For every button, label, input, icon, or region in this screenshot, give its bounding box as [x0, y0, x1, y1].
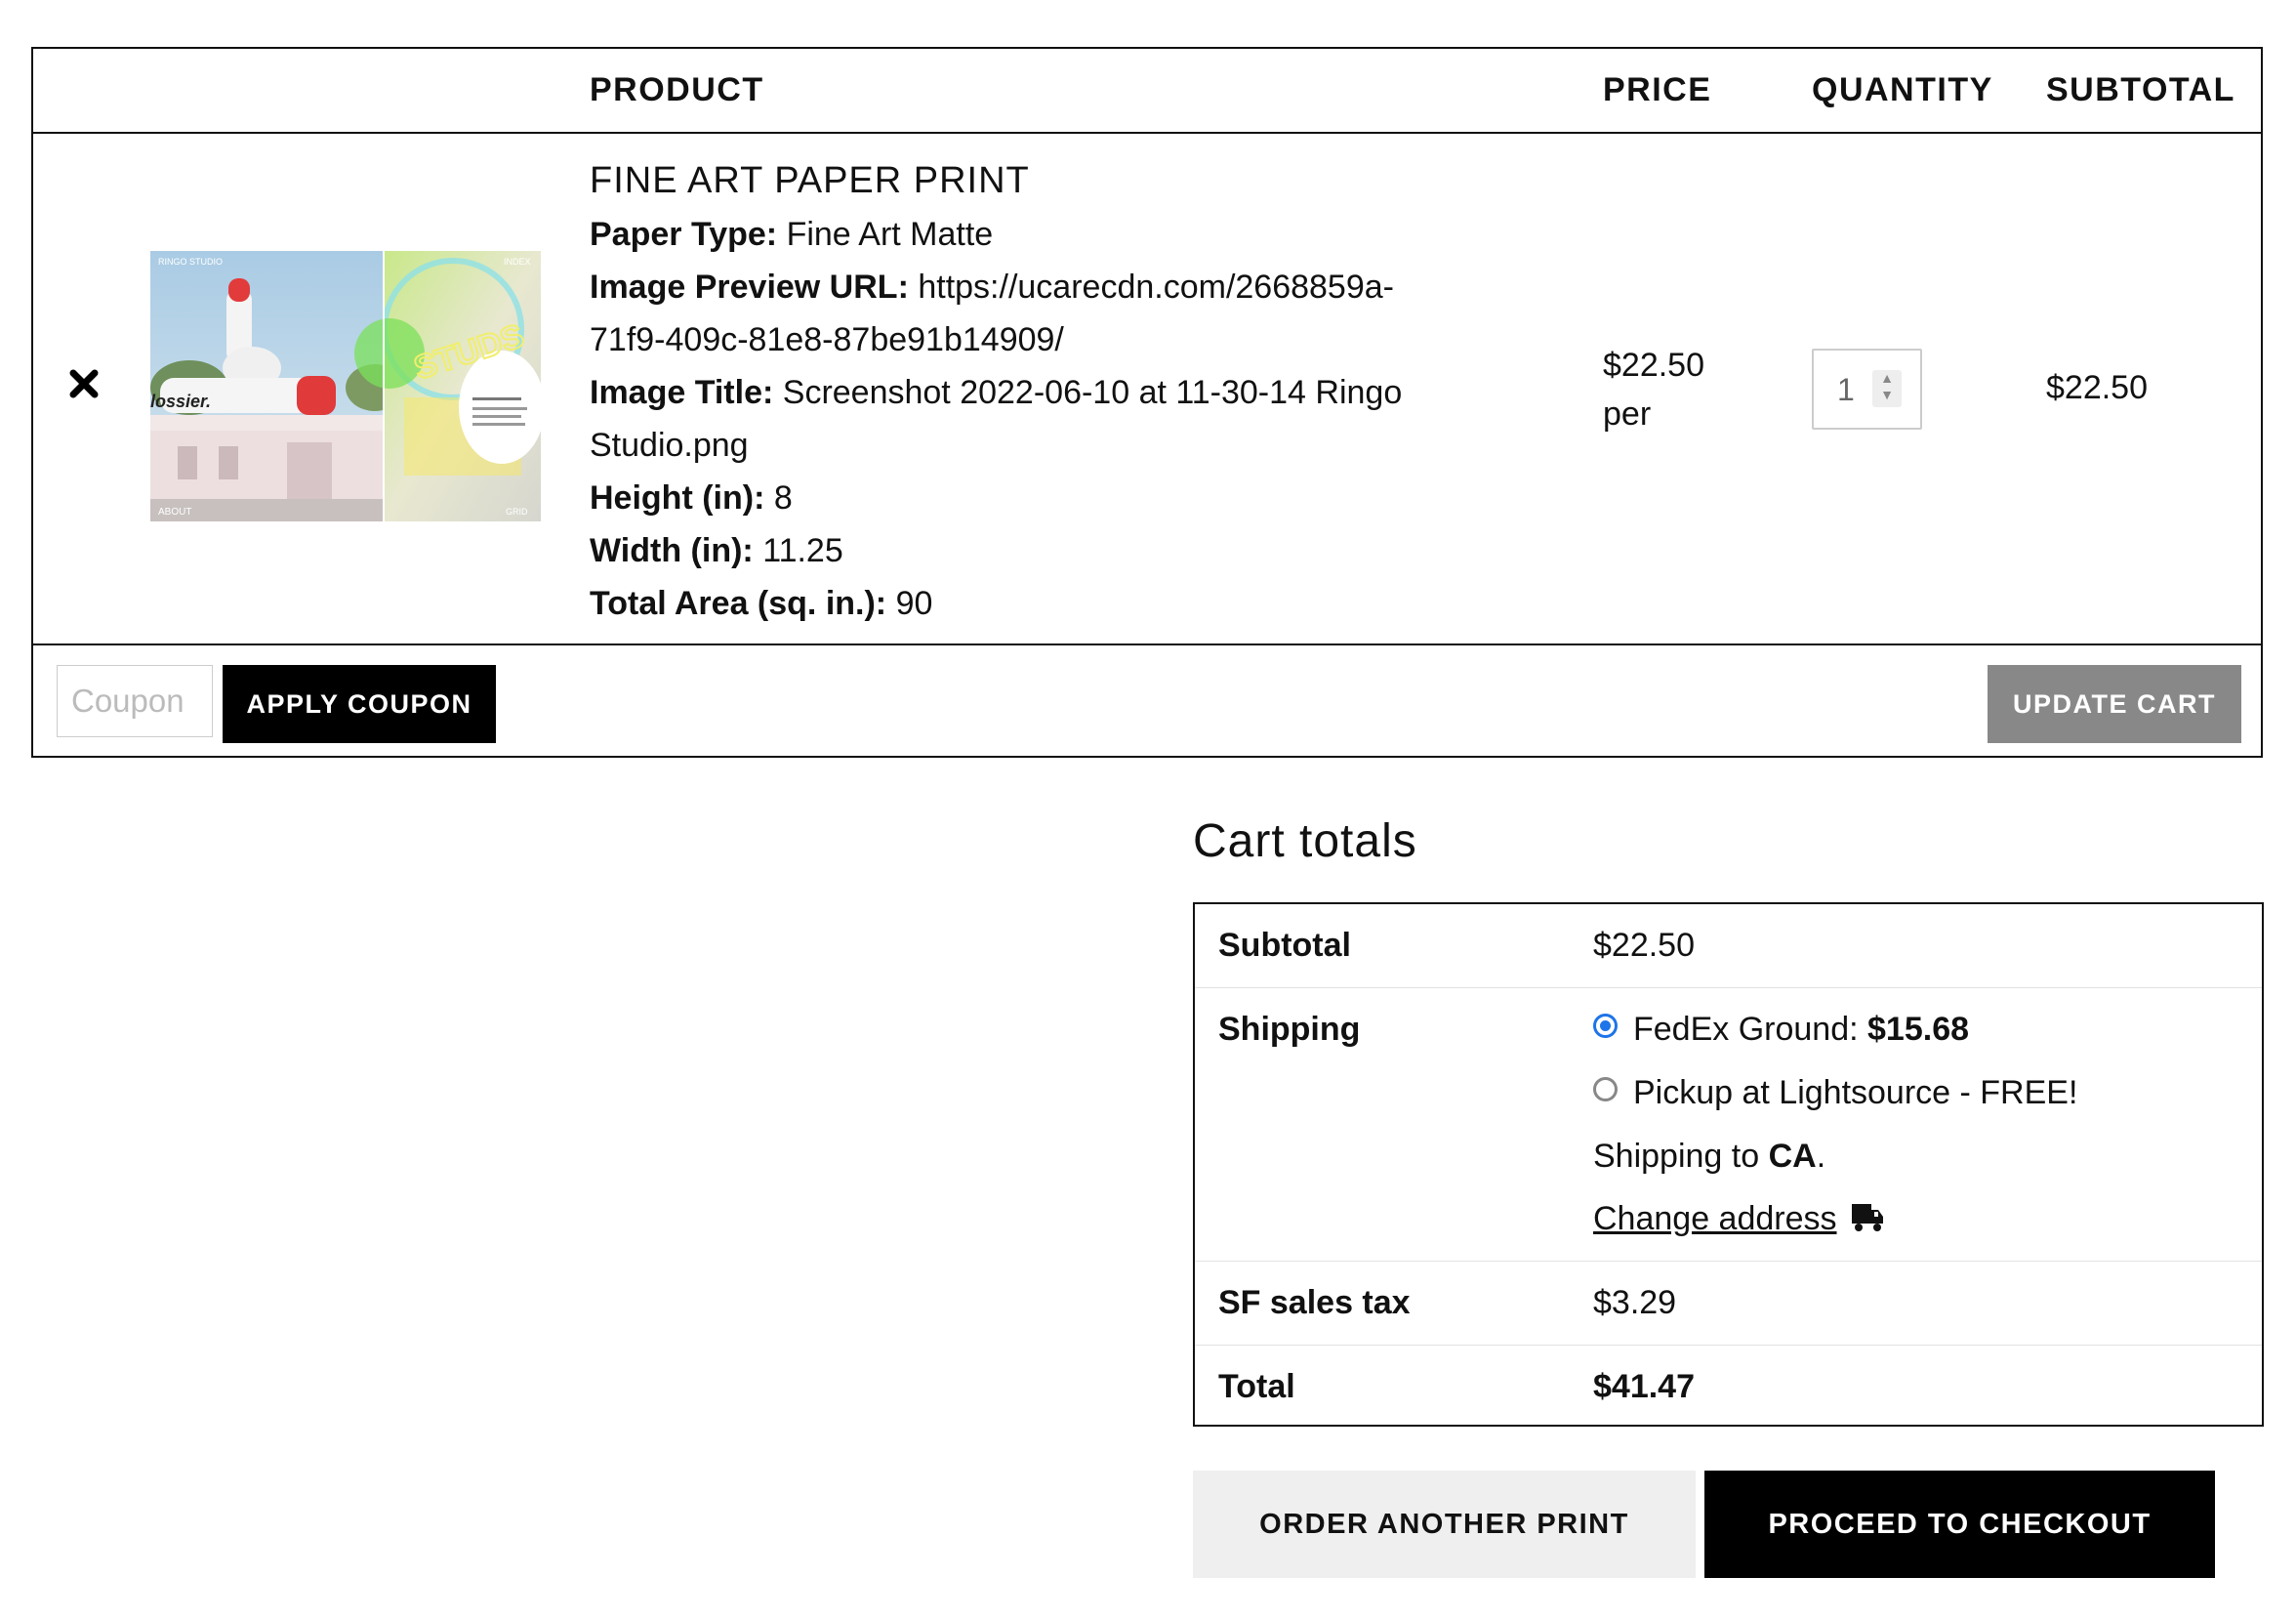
shipping-destination-prefix: Shipping to — [1593, 1138, 1769, 1175]
total-label: Total — [1218, 1368, 1295, 1405]
meta-value: 11.25 — [762, 532, 843, 569]
totals-row-tax: SF sales tax $3.29 — [1195, 1262, 2262, 1346]
product-thumbnail-image: lossier. RINGO STUDIO ABOUT STUDS INDEX … — [150, 251, 541, 521]
totals-row-total: Total $41.47 — [1195, 1346, 2262, 1427]
order-another-print-button[interactable]: ORDER ANOTHER PRINT — [1193, 1471, 1696, 1578]
cart-actions: APPLY COUPON UPDATE CART — [33, 645, 2261, 758]
meta-value: Screenshot 2022-06-10 at 11-30-14 Ringo — [782, 374, 1403, 411]
meta-label: Width (in): — [590, 532, 754, 569]
meta-total-area: Total Area (sq. in.): 90 — [590, 577, 1566, 630]
meta-label: Paper Type: — [590, 216, 778, 253]
shipping-label: Shipping — [1218, 1011, 1361, 1048]
meta-width: Width (in): 11.25 — [590, 524, 1566, 577]
quantity-stepper[interactable]: 1 ▲ ▼ — [1812, 349, 1922, 430]
subtotal-value: $22.50 — [1593, 927, 1695, 964]
shipping-option-text: Pickup at Lightsource - FREE! — [1633, 1074, 2078, 1111]
truck-icon — [1851, 1204, 1883, 1231]
header-subtotal: SUBTOTAL — [2046, 71, 2235, 108]
meta-value: https://ucarecdn.com/2668859a- — [918, 269, 1394, 306]
thumb-top-left-text: RINGO STUDIO — [158, 257, 223, 267]
item-price-suffix: per — [1603, 395, 1652, 433]
close-icon — [69, 369, 99, 398]
totals-row-subtotal: Subtotal $22.50 — [1195, 904, 2262, 988]
meta-label: Total Area (sq. in.): — [590, 585, 887, 622]
meta-label: Image Preview URL: — [590, 269, 909, 306]
product-thumbnail[interactable]: lossier. RINGO STUDIO ABOUT STUDS INDEX … — [150, 251, 541, 521]
radio-selected[interactable] — [1593, 1014, 1618, 1038]
item-price-amount: $22.50 — [1603, 347, 1704, 384]
meta-height: Height (in): 8 — [590, 472, 1566, 524]
product-details: FINE ART PAPER PRINT Paper Type: Fine Ar… — [590, 153, 1566, 630]
header-product: PRODUCT — [590, 71, 764, 108]
totals-row-shipping: Shipping FedEx Ground: $15.68 Pickup at … — [1195, 988, 2262, 1262]
meta-value: 71f9-409c-81e8-87be91b14909/ — [590, 321, 1064, 358]
thumb-bottom-left-text: ABOUT — [158, 507, 191, 518]
radio-unselected[interactable] — [1593, 1077, 1618, 1101]
header-quantity: QUANTITY — [1812, 71, 1993, 108]
meta-value: Studio.png — [590, 427, 749, 464]
meta-value: 90 — [895, 585, 933, 622]
meta-image-preview-url: Image Preview URL: https://ucarecdn.com/… — [590, 261, 1566, 313]
cart-totals-table: Subtotal $22.50 Shipping FedEx Ground: $… — [1193, 902, 2264, 1427]
meta-image-preview-url-cont: 71f9-409c-81e8-87be91b14909/ — [590, 313, 1566, 366]
cart-table-header: PRODUCT PRICE QUANTITY SUBTOTAL — [33, 49, 2261, 134]
cart-totals-title: Cart totals — [1193, 815, 1417, 867]
shipping-option-amount: $15.68 — [1867, 1011, 1970, 1048]
meta-label: Image Title: — [590, 374, 774, 411]
cart-item-row: lossier. RINGO STUDIO ABOUT STUDS INDEX … — [33, 134, 2261, 645]
chevron-up-icon[interactable]: ▲ — [1872, 370, 1902, 387]
change-address-label: Change address — [1593, 1200, 1837, 1237]
subtotal-label: Subtotal — [1218, 927, 1351, 964]
meta-value: Fine Art Matte — [786, 216, 994, 253]
remove-item-button[interactable] — [62, 362, 105, 405]
apply-coupon-button[interactable]: APPLY COUPON — [223, 665, 496, 743]
thumb-bottom-right-text: GRID — [506, 507, 528, 517]
chevron-down-icon[interactable]: ▼ — [1872, 387, 1902, 403]
meta-label: Height (in): — [590, 479, 765, 517]
shipping-destination-suffix: . — [1816, 1138, 1826, 1175]
product-name[interactable]: FINE ART PAPER PRINT — [590, 153, 1566, 208]
meta-paper-type: Paper Type: Fine Art Matte — [590, 208, 1566, 261]
proceed-to-checkout-button[interactable]: PROCEED TO CHECKOUT — [1704, 1471, 2215, 1578]
meta-value: 8 — [773, 479, 793, 517]
shipping-option-text: FedEx Ground: — [1633, 1011, 1868, 1048]
change-address-link[interactable]: Change address — [1593, 1197, 1884, 1240]
thumb-top-right-text: INDEX — [504, 257, 531, 267]
shipping-destination-region: CA — [1768, 1138, 1817, 1175]
item-subtotal: $22.50 — [2046, 369, 2148, 406]
shipping-option-fedex[interactable]: FedEx Ground: $15.68 — [1593, 1008, 1969, 1051]
shipping-destination: Shipping to CA. — [1593, 1135, 1825, 1178]
thumb-sign-text: lossier. — [150, 392, 211, 411]
coupon-input[interactable] — [57, 665, 213, 737]
cart-table: PRODUCT PRICE QUANTITY SUBTOTAL lossier.… — [31, 47, 2263, 758]
tax-label: SF sales tax — [1218, 1284, 1411, 1321]
header-price: PRICE — [1603, 71, 1712, 108]
item-price: $22.50 per — [1603, 341, 1704, 438]
meta-image-title: Image Title: Screenshot 2022-06-10 at 11… — [590, 366, 1566, 419]
update-cart-button[interactable]: UPDATE CART — [1988, 665, 2241, 743]
total-value: $41.47 — [1593, 1368, 1695, 1405]
quantity-value[interactable]: 1 — [1837, 370, 1855, 409]
quantity-spinner[interactable]: ▲ ▼ — [1872, 370, 1902, 407]
meta-image-title-cont: Studio.png — [590, 419, 1566, 472]
tax-value: $3.29 — [1593, 1284, 1677, 1321]
shipping-option-pickup[interactable]: Pickup at Lightsource - FREE! — [1593, 1071, 2077, 1114]
